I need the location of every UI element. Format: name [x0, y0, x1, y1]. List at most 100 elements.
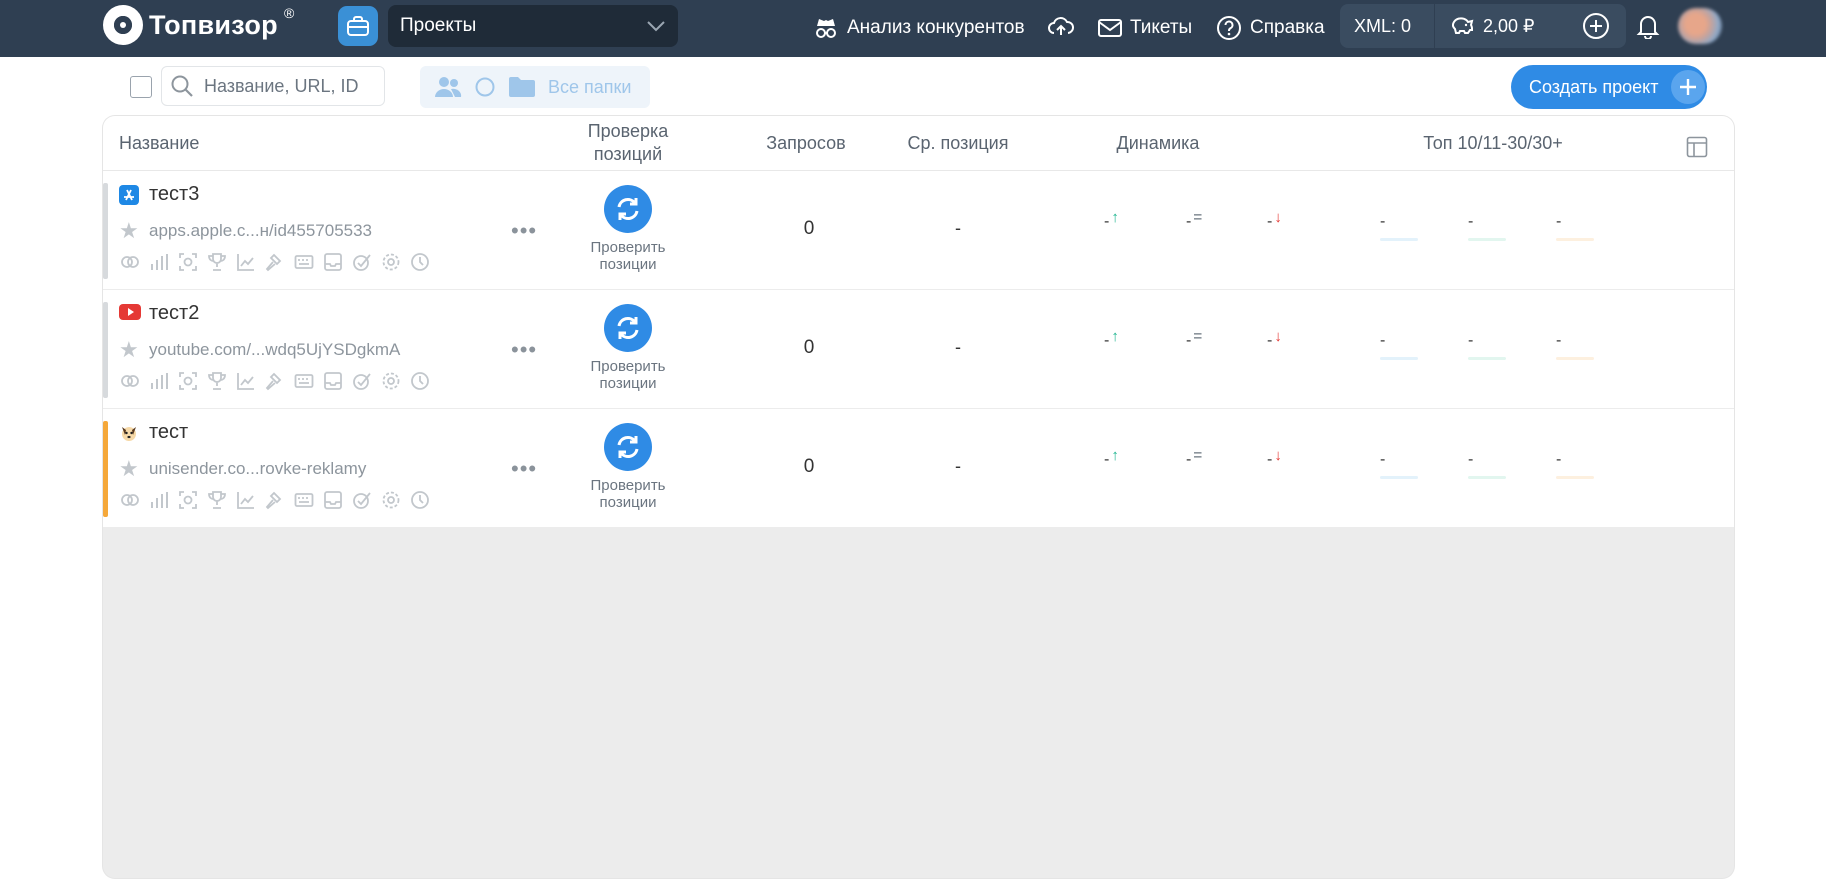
competitors-tool-icon[interactable] [119, 251, 141, 273]
header-dynamics[interactable]: Динамика [1103, 133, 1213, 154]
more-options-icon[interactable]: ••• [511, 218, 537, 244]
competitors-tool-icon[interactable] [119, 489, 141, 511]
check-positions-label[interactable]: Проверить позиции [573, 477, 683, 511]
project-name[interactable]: тест [149, 421, 188, 444]
trophy-icon[interactable] [206, 370, 228, 392]
star-icon[interactable]: ★ [119, 339, 139, 361]
nav-help[interactable]: Справка [1216, 12, 1325, 44]
gavel-icon[interactable] [264, 489, 286, 511]
top10: - [1380, 332, 1420, 360]
projects-panel: Название Проверка позиций Запросов Ср. п… [103, 116, 1734, 878]
project-url[interactable]: unisender.co...rovke-reklamy [149, 459, 366, 479]
nav-competitors[interactable]: Анализ конкурентов [813, 12, 1025, 44]
folder-icon[interactable] [508, 76, 536, 98]
arrow-down-icon: ↓ [1274, 447, 1282, 464]
check-positions-button[interactable] [604, 304, 652, 352]
header-queries[interactable]: Запросов [746, 133, 866, 154]
project-url[interactable]: youtube.com/...wdq5UjYSDgkmA [149, 340, 400, 360]
project-tools [119, 251, 431, 273]
inbox-icon[interactable] [322, 489, 344, 511]
checklist-icon[interactable] [351, 251, 373, 273]
bell-icon[interactable] [1632, 10, 1664, 42]
dog-icon [119, 423, 139, 443]
dynamics-equal: - = [1186, 209, 1202, 231]
dynamics-equal-value: - [1186, 213, 1192, 230]
queries-count[interactable]: 0 [789, 218, 829, 240]
search-box[interactable] [161, 66, 385, 106]
check-positions-label[interactable]: Проверить позиции [573, 358, 683, 392]
table-row[interactable]: тест2 ★ youtube.com/...wdq5UjYSDgkmA •••… [103, 290, 1734, 409]
inbox-icon[interactable] [322, 251, 344, 273]
project-select[interactable]: Проекты [388, 5, 678, 47]
table-settings-icon[interactable] [1686, 136, 1708, 158]
folder-filters[interactable]: Все папки [420, 66, 650, 108]
briefcase-icon[interactable] [338, 6, 378, 46]
inbox-icon[interactable] [322, 370, 344, 392]
gavel-icon[interactable] [264, 251, 286, 273]
scan-icon[interactable] [177, 489, 199, 511]
bar-chart-icon[interactable] [148, 489, 170, 511]
checklist-icon[interactable] [351, 489, 373, 511]
queries-count[interactable]: 0 [789, 456, 829, 478]
clock-icon[interactable] [409, 370, 431, 392]
chevron-down-icon [647, 21, 665, 32]
dynamics-down-value: - [1267, 213, 1273, 230]
check-positions-label[interactable]: Проверить позиции [573, 239, 683, 273]
all-folders-label[interactable]: Все папки [548, 77, 631, 98]
header-avg-position[interactable]: Ср. позиция [893, 133, 1023, 154]
cloud-upload-icon[interactable] [1045, 10, 1077, 42]
table-row[interactable]: тест3 ★ apps.apple.c...н/id455705533 •••… [103, 171, 1734, 290]
users-icon[interactable] [434, 75, 462, 99]
check-positions-button[interactable] [604, 423, 652, 471]
table-row[interactable]: тест ★ unisender.co...rovke-reklamy ••• … [103, 409, 1734, 528]
queries-count[interactable]: 0 [789, 337, 829, 359]
gear-icon[interactable] [380, 370, 402, 392]
top30-plus-bar [1556, 357, 1594, 360]
trend-icon[interactable] [235, 370, 257, 392]
trophy-icon[interactable] [206, 489, 228, 511]
trend-icon[interactable] [235, 251, 257, 273]
clock-icon[interactable] [409, 489, 431, 511]
project-name[interactable]: тест2 [149, 302, 199, 325]
check-positions-button[interactable] [604, 185, 652, 233]
bar-chart-icon[interactable] [148, 370, 170, 392]
keyboard-icon[interactable] [293, 370, 315, 392]
top30-plus-bar [1556, 238, 1594, 241]
logo[interactable]: Топвизор ® [103, 5, 294, 45]
dynamics-down: - ↓ [1267, 209, 1282, 231]
select-all-checkbox[interactable] [130, 76, 152, 98]
logo-registered-mark: ® [283, 5, 295, 21]
trophy-icon[interactable] [206, 251, 228, 273]
bar-chart-icon[interactable] [148, 251, 170, 273]
dynamics-up: - ↑ [1104, 328, 1119, 350]
keyboard-icon[interactable] [293, 251, 315, 273]
gavel-icon[interactable] [264, 370, 286, 392]
more-options-icon[interactable]: ••• [511, 337, 537, 363]
more-options-icon[interactable]: ••• [511, 456, 537, 482]
checklist-icon[interactable] [351, 370, 373, 392]
circle-icon[interactable] [474, 76, 496, 98]
gear-icon[interactable] [380, 489, 402, 511]
scan-icon[interactable] [177, 251, 199, 273]
header-top[interactable]: Топ 10/11-30/30+ [1403, 133, 1583, 154]
avatar[interactable] [1678, 8, 1722, 44]
project-url[interactable]: apps.apple.c...н/id455705533 [149, 221, 372, 241]
keyboard-icon[interactable] [293, 489, 315, 511]
project-name[interactable]: тест3 [149, 183, 199, 206]
search-input[interactable] [202, 74, 376, 98]
clock-icon[interactable] [409, 251, 431, 273]
star-icon[interactable]: ★ [119, 220, 139, 242]
projects-list: тест3 ★ apps.apple.c...н/id455705533 •••… [103, 171, 1734, 528]
star-icon[interactable]: ★ [119, 458, 139, 480]
gear-icon[interactable] [380, 251, 402, 273]
equal-icon: = [1193, 209, 1203, 226]
nav-tickets[interactable]: Тикеты [1098, 12, 1192, 44]
top30-plus-value: - [1556, 332, 1562, 349]
top10: - [1380, 451, 1420, 479]
header-name[interactable]: Название [119, 133, 199, 154]
trend-icon[interactable] [235, 489, 257, 511]
add-balance-icon[interactable] [1580, 10, 1612, 42]
create-project-button[interactable]: Создать проект [1511, 65, 1707, 109]
competitors-tool-icon[interactable] [119, 370, 141, 392]
scan-icon[interactable] [177, 370, 199, 392]
